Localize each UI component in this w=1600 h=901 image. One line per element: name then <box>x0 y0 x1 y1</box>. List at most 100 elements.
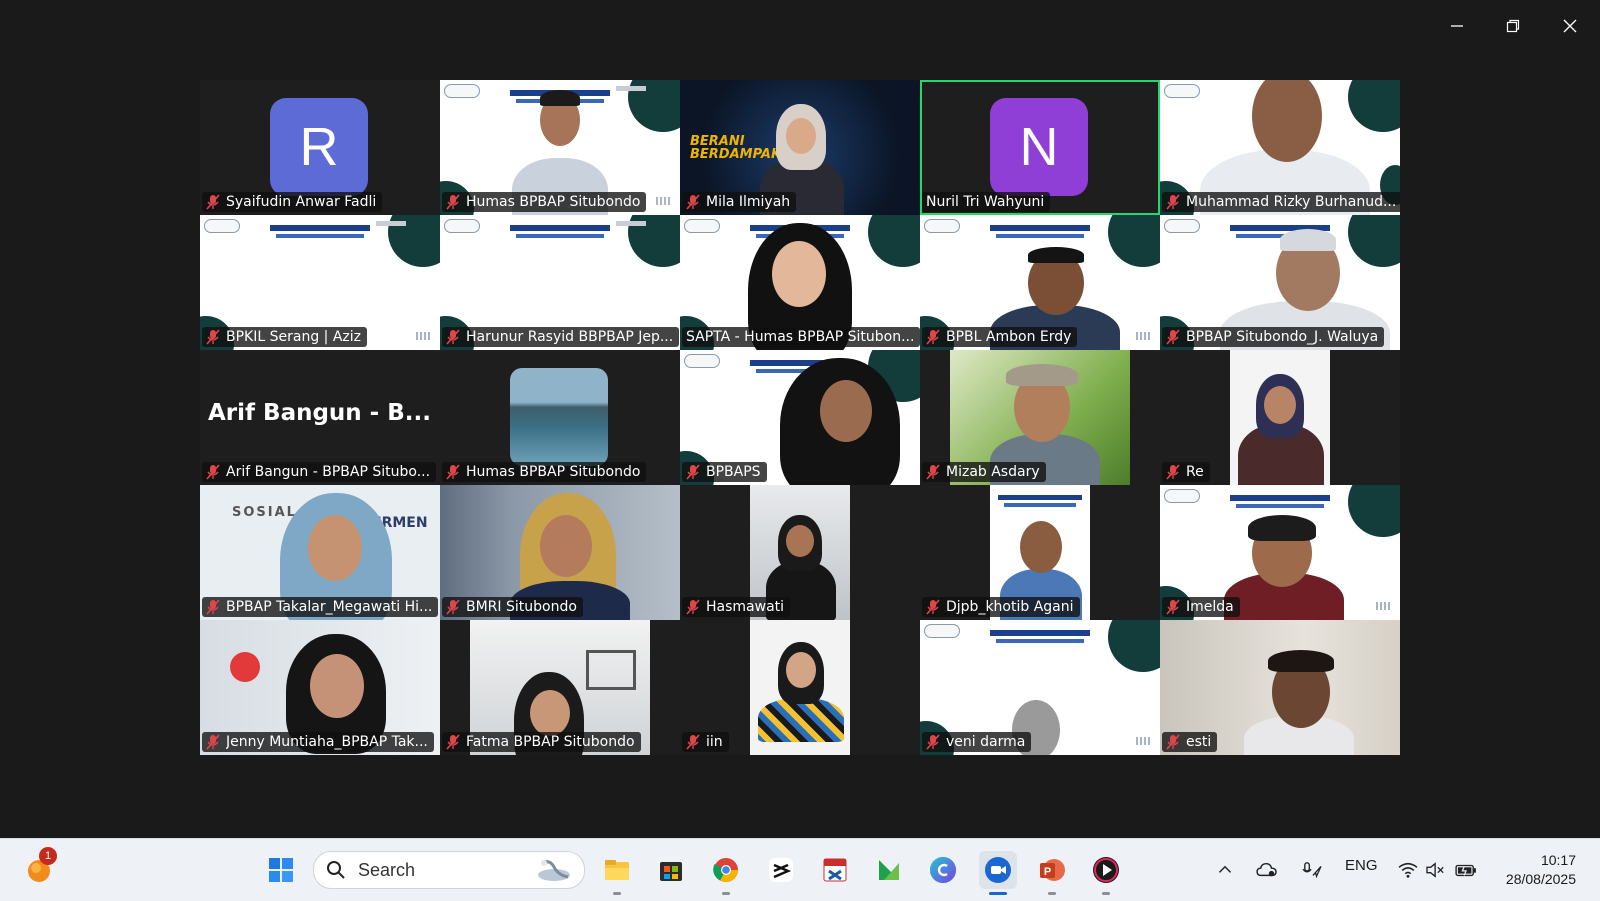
powerpoint-icon: P <box>1040 859 1065 881</box>
restore-icon <box>1506 19 1520 33</box>
media-player-icon <box>1093 857 1119 883</box>
participant-tile[interactable]: BPBL Ambon Erdy <box>920 215 1160 350</box>
battery-charging-icon <box>1455 864 1476 877</box>
participant-name: Harunur Rasyid BBPBAP Jep... <box>466 329 674 345</box>
participant-tile[interactable]: Djpb_khotib Agani <box>920 485 1160 620</box>
participant-tile[interactable]: Humas BPBAP Situbondo <box>440 350 680 485</box>
participant-name-bar: BPBAP Takalar_Megawati Hi... <box>202 597 439 617</box>
participant-tile[interactable]: iin <box>680 620 920 755</box>
participant-name: Syaifudin Anwar Fadli <box>226 194 377 210</box>
file-explorer-icon <box>605 860 629 880</box>
participant-name-bar: veni darma <box>922 732 1032 752</box>
close-button[interactable] <box>1547 8 1593 44</box>
muted-mic-icon <box>686 464 700 480</box>
search-highlight-bird-icon <box>538 860 570 881</box>
close-icon <box>1563 19 1577 33</box>
network-button[interactable] <box>1394 851 1422 889</box>
participant-name: BMRI Situbondo <box>466 599 577 615</box>
volume-button[interactable] <box>1422 851 1450 889</box>
participant-name: Humas BPBAP Situbondo <box>466 464 641 480</box>
windows-start-icon <box>269 858 293 882</box>
participant-name: iin <box>706 734 723 750</box>
participant-tile[interactable]: R Syaifudin Anwar Fadli <box>200 80 440 215</box>
show-hidden-icons-button[interactable] <box>1212 851 1238 889</box>
participant-name: Humas BPBAP Situbondo <box>466 194 641 210</box>
avatar: N <box>990 98 1088 196</box>
muted-mic-icon <box>686 194 700 210</box>
taskbar-app-zoom[interactable] <box>979 851 1017 895</box>
participant-name: Jenny Muntiaha_BPBAP Tak... <box>226 734 428 750</box>
participant-tile[interactable]: Arif Bangun - B... Arif Bangun - BPBAP S… <box>200 350 440 485</box>
participant-tile[interactable]: BMRI Situbondo <box>440 485 680 620</box>
muted-mic-icon <box>446 329 460 345</box>
capcut-icon <box>769 858 793 882</box>
participant-tile[interactable]: Harunur Rasyid BBPBAP Jep... <box>440 215 680 350</box>
taskbar-clock[interactable]: 10:17 28/08/2025 <box>1506 851 1576 889</box>
language-indicator[interactable]: ENG <box>1345 857 1378 874</box>
participant-name-bar: Jenny Muntiaha_BPBAP Tak... <box>202 732 434 752</box>
participant-tile[interactable]: BERANI BERDAMPAK Mila Ilmiyah <box>680 80 920 215</box>
taskbar-app-store[interactable] <box>652 851 690 889</box>
participant-tile[interactable]: Jenny Muntiaha_BPBAP Tak... <box>200 620 440 755</box>
participant-tile[interactable]: Imelda <box>1160 485 1400 620</box>
muted-mic-icon <box>926 734 940 750</box>
start-button[interactable] <box>262 851 300 889</box>
slide-text: SOSIAL <box>232 505 297 520</box>
taskbar-app-canva[interactable] <box>924 851 962 889</box>
participant-name: Arif Bangun - BPBAP Situbo... <box>226 464 431 480</box>
taskbar-app-file-explorer[interactable] <box>598 851 636 895</box>
taskbar-search[interactable]: Search <box>313 851 585 889</box>
input-indicator-button[interactable] <box>1297 851 1327 889</box>
taskbar-app-powerpoint[interactable]: P <box>1033 851 1071 895</box>
notification-badge: 1 <box>39 847 57 865</box>
muted-mic-icon <box>686 599 700 615</box>
chevron-up-icon <box>1218 865 1232 873</box>
participant-name: BPBL Ambon Erdy <box>946 329 1072 345</box>
zoom-meeting-window: R Syaifudin Anwar Fadli Humas BPBAP Situ… <box>0 0 1600 838</box>
participant-tile[interactable]: BPBAP Situbondo_J. Waluya <box>1160 215 1400 350</box>
muted-mic-icon <box>206 599 220 615</box>
participant-tile[interactable]: SAPTA - Humas BPBAP Situbon... <box>680 215 920 350</box>
participant-name: BPBAP Situbondo_J. Waluya <box>1186 329 1379 345</box>
participant-name-bar: Harunur Rasyid BBPBAP Jep... <box>442 327 680 347</box>
taskbar-app-media-player[interactable] <box>1087 851 1125 895</box>
participant-tile[interactable]: Muhammad Rizky Burhanud... <box>1160 80 1400 215</box>
taskbar-app-pdf-tool[interactable] <box>816 851 854 889</box>
participant-tile[interactable]: veni darma <box>920 620 1160 755</box>
muted-mic-icon <box>446 734 460 750</box>
participant-name: Imelda <box>1186 599 1234 615</box>
participant-name: BPBAPS <box>706 464 761 480</box>
participant-name: Djpb_khotib Agani <box>946 599 1074 615</box>
restore-button[interactable] <box>1490 8 1536 44</box>
clock-time: 10:17 <box>1540 852 1576 868</box>
participant-tile[interactable]: SOSIAL ERMEN BPBAP Takalar_Megawati Hi..… <box>200 485 440 620</box>
participant-tile[interactable]: esti <box>1160 620 1400 755</box>
participant-tile[interactable]: BPKIL Serang | Aziz <box>200 215 440 350</box>
participant-tile[interactable]: Mizab Asdary <box>920 350 1160 485</box>
taskbar-app-capcut[interactable] <box>762 851 800 889</box>
gallery-view: R Syaifudin Anwar Fadli Humas BPBAP Situ… <box>200 80 1400 755</box>
participant-name-bar: BPBL Ambon Erdy <box>922 327 1078 347</box>
muted-mic-icon <box>1166 599 1180 615</box>
participant-name-bar: Imelda <box>1162 597 1240 617</box>
battery-button[interactable] <box>1452 851 1480 889</box>
participant-name: Mila Ilmiyah <box>706 194 791 210</box>
participant-tile[interactable]: Fatma BPBAP Situbondo <box>440 620 680 755</box>
minimize-icon <box>1451 25 1463 27</box>
svg-text:P: P <box>1044 866 1051 878</box>
onedrive-button[interactable] <box>1252 851 1282 889</box>
participant-tile[interactable]: Hasmawati <box>680 485 920 620</box>
participant-name-bar: BPBAP Situbondo_J. Waluya <box>1162 327 1385 347</box>
participant-name-bar: BMRI Situbondo <box>442 597 583 617</box>
participant-tile[interactable]: Re <box>1160 350 1400 485</box>
participant-name-bar: Humas BPBAP Situbondo <box>442 462 647 482</box>
taskbar-app-chrome[interactable] <box>707 851 745 895</box>
participant-tile[interactable]: BPBAPS <box>680 350 920 485</box>
minimize-button[interactable] <box>1434 8 1480 44</box>
participant-name-bar: Humas BPBAP Situbondo <box>442 192 647 212</box>
participant-tile-active-speaker[interactable]: N Nuril Tri Wahyuni <box>920 80 1160 215</box>
taskbar-app-libreoffice[interactable] <box>870 851 908 889</box>
canva-icon <box>930 857 956 883</box>
participant-tile[interactable]: Humas BPBAP Situbondo <box>440 80 680 215</box>
participant-name-bar: Arif Bangun - BPBAP Situbo... <box>202 462 437 482</box>
